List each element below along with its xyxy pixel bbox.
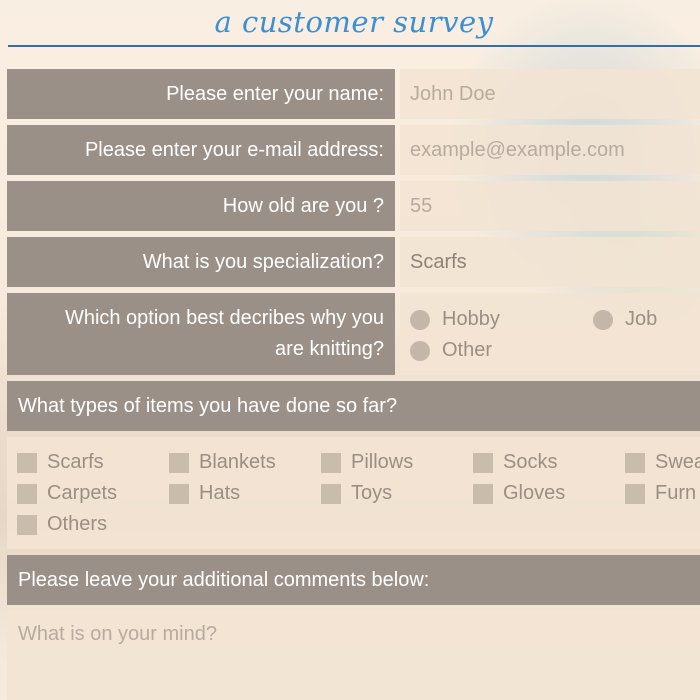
checkbox-label-carpets: Carpets [47,482,118,504]
radio-label-hobby: Hobby [442,308,500,330]
checkbox-box [321,452,341,473]
checkbox-hats[interactable]: Hats [169,482,240,505]
radio-hobby[interactable]: Hobby [410,308,500,331]
checkbox-box [473,452,493,473]
comments-heading: Please leave your additional comments be… [7,555,700,605]
checkbox-blankets[interactable]: Blankets [169,451,276,474]
checkbox-box [625,483,645,504]
reason-label-line1: Which option best decribes why you [64,307,384,329]
comments-cell [7,611,700,700]
reason-options-cell [400,293,700,375]
checkbox-label-socks: Socks [503,451,558,473]
checkbox-label-sweaters: Swea [655,451,700,473]
name-label: Please enter your name: [7,69,395,119]
radio-label-other: Other [442,339,493,361]
radio-other[interactable]: Other [410,339,492,362]
checkbox-box [17,514,37,535]
checkbox-carpets[interactable]: Carpets [17,482,117,505]
checkbox-box [17,452,37,473]
checkbox-box [625,452,645,473]
radio-circle [410,309,430,330]
checkbox-label-blankets: Blankets [199,451,276,473]
email-field-cell [400,125,700,175]
checkbox-label-furniture: Furn [655,482,697,504]
checkbox-box [169,483,189,504]
reason-label: Which option best decribes why you are k… [7,293,395,375]
checkbox-gloves[interactable]: Gloves [473,482,565,505]
checkbox-box [473,483,493,504]
checkbox-box [169,452,189,473]
name-input[interactable] [410,82,700,106]
survey-form: a customer survey Please enter your name… [0,0,700,700]
page-title: a customer survey [214,5,494,39]
radio-circle [593,309,613,330]
checkbox-label-hats: Hats [199,482,241,504]
age-label: How old are you ? [7,181,395,231]
checkbox-label-scarfs: Scarfs [47,451,104,473]
comments-textarea[interactable] [18,623,700,699]
checkbox-label-others: Others [47,513,108,535]
specialization-label: What is you specialization? [7,237,395,287]
checkbox-box [17,483,37,504]
reason-label-line2: are knitting? [275,338,384,360]
age-input[interactable] [410,194,700,218]
checkbox-box [321,483,341,504]
specialization-select[interactable]: Scarfs [400,237,700,287]
email-label: Please enter your e-mail address: [7,125,395,175]
title-divider [8,45,700,47]
items-heading: What types of items you have done so far… [7,381,700,431]
checkbox-pillows[interactable]: Pillows [321,451,413,474]
radio-circle [410,340,430,361]
checkbox-label-pillows: Pillows [351,451,414,473]
checkbox-sweaters[interactable]: Swea [625,451,700,474]
radio-label-job: Job [625,308,658,330]
radio-job[interactable]: Job [593,308,657,331]
checkbox-others[interactable]: Others [17,513,107,536]
age-field-cell [400,181,700,231]
checkbox-toys[interactable]: Toys [321,482,392,505]
specialization-value: Scarfs [410,250,467,273]
checkbox-scarfs[interactable]: Scarfs [17,451,104,474]
checkbox-label-gloves: Gloves [503,482,566,504]
checkbox-socks[interactable]: Socks [473,451,557,474]
checkbox-furniture[interactable]: Furn [625,482,696,505]
name-field-cell [400,69,700,119]
email-input[interactable] [410,138,700,162]
checkbox-label-toys: Toys [351,482,393,504]
